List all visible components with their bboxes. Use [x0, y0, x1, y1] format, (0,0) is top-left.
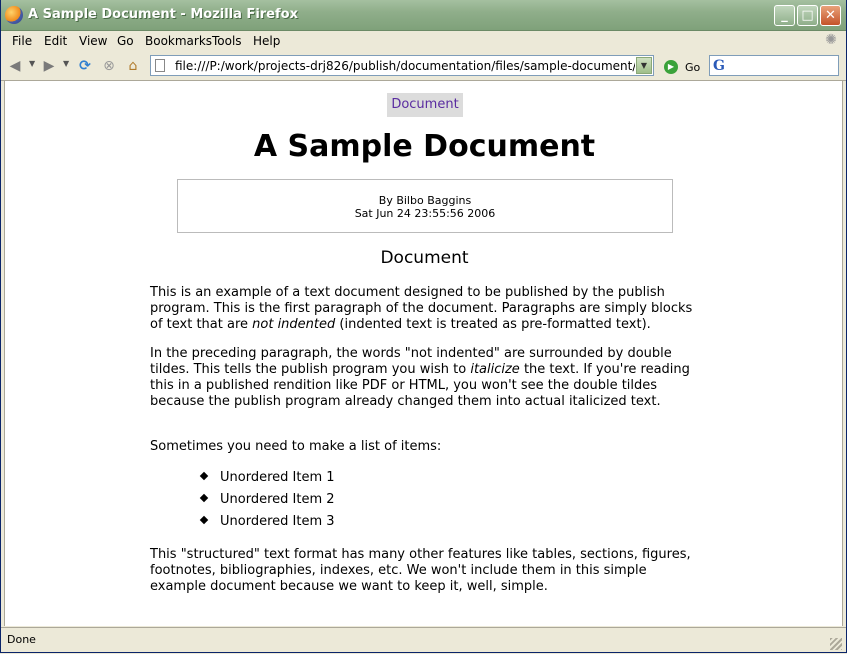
url-text[interactable]: file:///P:/work/projects-drj826/publish/… [175, 59, 635, 73]
document-tab-link[interactable]: Document [387, 93, 463, 117]
minimize-button[interactable]: _ [774, 5, 795, 26]
back-arrow-icon[interactable]: ◀ [5, 57, 25, 75]
page-icon [155, 59, 165, 72]
menu-edit[interactable]: Edit [44, 34, 67, 48]
menu-bar: File Edit View Go Bookmarks Tools Help [1, 31, 846, 51]
home-icon[interactable]: ⌂ [123, 57, 143, 75]
forward-arrow-icon[interactable]: ▶ [39, 57, 59, 75]
menu-view[interactable]: View [79, 34, 107, 48]
menu-tools[interactable]: Tools [212, 34, 242, 48]
bullet-icon [199, 493, 209, 503]
menu-help[interactable]: Help [253, 34, 280, 48]
throbber-icon: ✺ [825, 32, 837, 48]
list-item: Unordered Item 1 [199, 470, 335, 492]
google-search-engine-icon[interactable]: G [713, 58, 725, 74]
go-arrow-icon[interactable]: ▶ [664, 60, 678, 74]
reload-icon[interactable]: ⟳ [75, 57, 95, 75]
title-bar[interactable]: A Sample Document - Mozilla Firefox _ □ … [1, 0, 846, 31]
bullet-icon [199, 471, 209, 481]
menu-go[interactable]: Go [117, 34, 134, 48]
forward-history-dropdown[interactable]: ▼ [63, 59, 69, 68]
list-item: Unordered Item 2 [199, 492, 335, 514]
list-item: Unordered Item 3 [199, 514, 335, 536]
go-button[interactable]: Go [685, 61, 700, 74]
paragraph-4: This "structured" text format has many o… [150, 547, 691, 594]
stop-icon[interactable]: ⊗ [99, 57, 119, 75]
search-box[interactable]: G [709, 55, 839, 76]
url-dropdown-button[interactable]: ▼ [636, 57, 652, 74]
firefox-logo-icon [5, 6, 23, 24]
bullet-icon [199, 515, 209, 525]
close-button[interactable]: ✕ [820, 5, 841, 26]
paragraph-2: In the preceding paragraph, the words "n… [150, 346, 690, 409]
page-content[interactable]: Document A Sample Document By Bilbo Bagg… [4, 81, 843, 626]
navigation-toolbar: ◀ ▼ ▶ ▼ ⟳ ⊗ ⌂ file:///P:/work/projects-d… [1, 52, 846, 81]
date-line: Sat Jun 24 23:55:56 2006 [354, 207, 496, 220]
page-title: A Sample Document [253, 129, 596, 164]
window-title: A Sample Document - Mozilla Firefox [28, 7, 298, 22]
maximize-button[interactable]: □ [797, 5, 818, 26]
author-line: By Bilbo Baggins [378, 194, 472, 207]
paragraph-3: Sometimes you need to make a list of ite… [150, 439, 442, 454]
resize-grip[interactable] [830, 638, 842, 650]
status-bar: Done [1, 627, 846, 652]
address-bar[interactable]: file:///P:/work/projects-drj826/publish/… [150, 55, 654, 76]
document-info-box: By Bilbo Baggins Sat Jun 24 23:55:56 200… [177, 179, 673, 233]
unordered-list: Unordered Item 1 Unordered Item 2 Unorde… [199, 470, 335, 536]
back-history-dropdown[interactable]: ▼ [29, 59, 35, 68]
menu-file[interactable]: File [12, 34, 32, 48]
paragraph-1: This is an example of a text document de… [150, 285, 693, 332]
section-heading: Document [380, 248, 469, 268]
browser-window: A Sample Document - Mozilla Firefox _ □ … [0, 0, 847, 653]
menu-bookmarks[interactable]: Bookmarks [145, 34, 212, 48]
status-text: Done [7, 633, 36, 646]
